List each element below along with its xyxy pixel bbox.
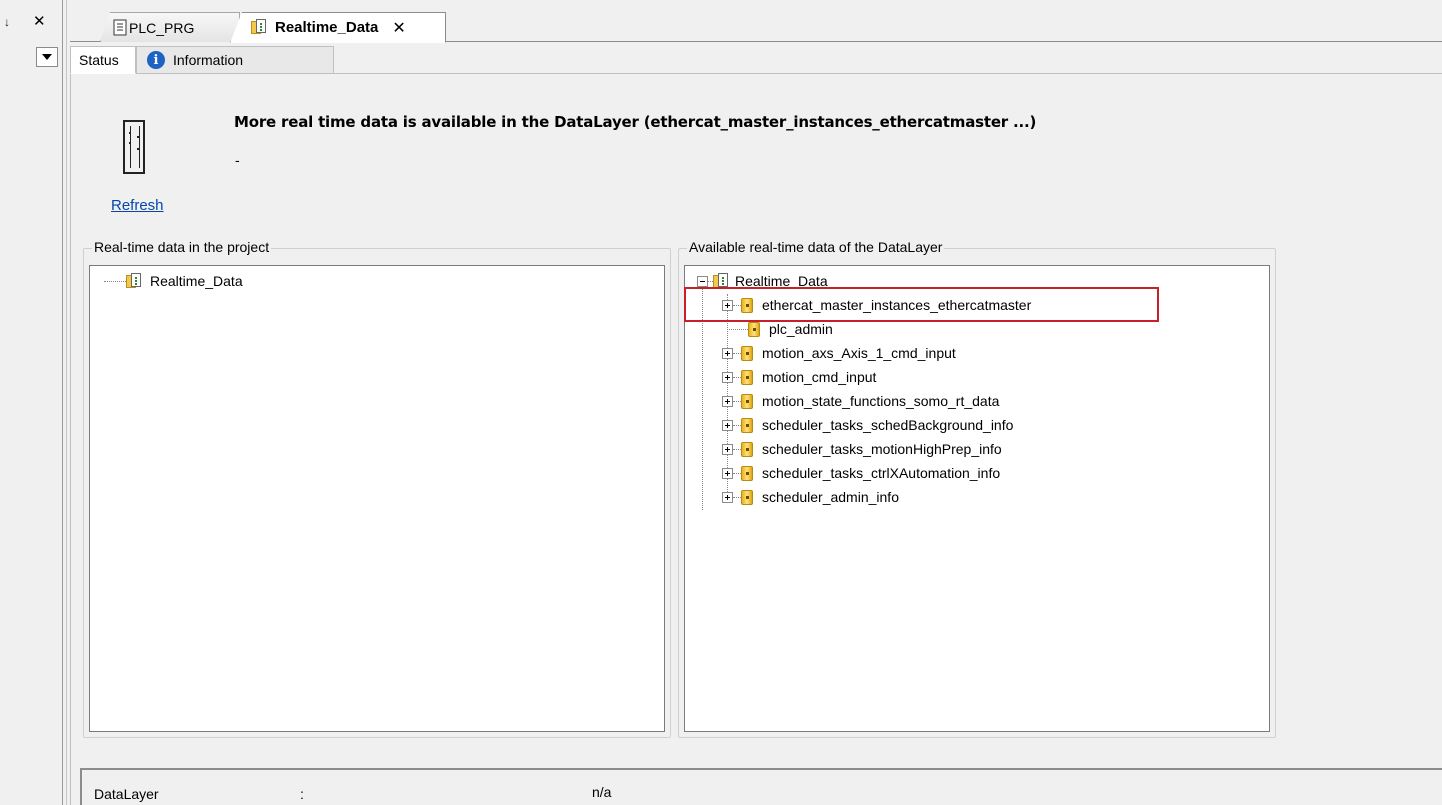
- datalayer-node-icon: [741, 417, 753, 433]
- group-title: Available real-time data of the DataLaye…: [687, 239, 945, 255]
- tab-information[interactable]: i Information: [136, 46, 334, 74]
- tab-label: Information: [173, 52, 244, 68]
- expand-icon[interactable]: [722, 395, 733, 407]
- project-realtime-group: Real-time data in the project Realtime_D…: [83, 239, 671, 738]
- datalayer-node-icon: [741, 465, 753, 481]
- pin-icon[interactable]: ↓: [4, 15, 10, 29]
- tree-item-label: scheduler_admin_info: [762, 489, 899, 505]
- tree-item[interactable]: motion_state_functions_somo_rt_data: [722, 390, 999, 412]
- tree-connector: [733, 376, 741, 378]
- datalayer-node-icon: [741, 489, 753, 505]
- tree-item[interactable]: scheduler_tasks_motionHighPrep_info: [722, 438, 1002, 460]
- tree-item-realtime-data[interactable]: Realtime_Data: [104, 270, 243, 292]
- separator: :: [300, 786, 304, 802]
- expand-icon[interactable]: [722, 491, 733, 503]
- tree-item-label: scheduler_tasks_schedBackground_info: [762, 417, 1014, 433]
- datalayer-node-icon: [741, 345, 753, 361]
- tree-item[interactable]: scheduler_tasks_ctrlXAutomation_info: [722, 462, 1000, 484]
- tab-status[interactable]: Status: [70, 46, 136, 74]
- divider: [62, 0, 63, 805]
- expand-icon[interactable]: [722, 371, 733, 383]
- refresh-link[interactable]: Refresh: [111, 197, 164, 214]
- datalayer-value: n/a: [592, 784, 612, 800]
- expand-icon[interactable]: [722, 443, 733, 455]
- tree-connector: [733, 496, 741, 498]
- realtime-data-icon: [126, 273, 142, 289]
- info-icon: i: [147, 51, 165, 69]
- tree-connector: [733, 472, 741, 474]
- close-tab-icon[interactable]: ✕: [392, 18, 405, 38]
- expand-icon[interactable]: [722, 419, 733, 431]
- left-docked-strip: ↓ ✕: [0, 0, 62, 805]
- tree-item-label: Realtime_Data: [150, 273, 243, 289]
- tree-item[interactable]: scheduler_tasks_schedBackground_info: [722, 414, 1013, 436]
- group-title: Real-time data in the project: [92, 239, 272, 255]
- tree-item[interactable]: motion_axs_Axis_1_cmd_input: [722, 342, 956, 364]
- collapse-icon[interactable]: [697, 275, 708, 287]
- close-panel-button[interactable]: ✕: [33, 12, 46, 30]
- datalayer-key: DataLayer: [94, 786, 159, 802]
- panel-dropdown-button[interactable]: [36, 47, 58, 67]
- status-message: More real time data is available in the …: [234, 113, 1037, 131]
- bottom-info-panel: DataLayer : n/a: [80, 768, 1442, 805]
- tree-item-label: plc_admin: [769, 321, 833, 337]
- tree-item-label: motion_cmd_input: [762, 369, 877, 385]
- datalayer-node-icon: [741, 441, 753, 457]
- status-secondary-text: -: [235, 152, 240, 168]
- tab-realtime-data[interactable]: Realtime_Data ✕: [230, 12, 446, 43]
- tree-connector: [733, 448, 741, 450]
- tree-connector: [104, 280, 126, 282]
- datalayer-node-icon: [741, 393, 753, 409]
- tree-connector: [733, 352, 741, 354]
- tree-item[interactable]: motion_cmd_input: [722, 366, 876, 388]
- tree-item-label: scheduler_tasks_motionHighPrep_info: [762, 441, 1002, 457]
- tree-connector: [733, 400, 741, 402]
- expand-icon[interactable]: [722, 347, 733, 359]
- datalayer-node-icon: [741, 369, 753, 385]
- realtime-data-icon: [251, 19, 267, 35]
- tab-label: PLC_PRG: [129, 19, 195, 36]
- divider: [66, 0, 67, 805]
- tree-item[interactable]: scheduler_admin_info: [722, 486, 899, 508]
- tab-plc-prg[interactable]: PLC_PRG: [100, 12, 240, 42]
- tree-item-label: motion_state_functions_somo_rt_data: [762, 393, 1000, 409]
- tree-item-label: scheduler_tasks_ctrlXAutomation_info: [762, 465, 1001, 481]
- tree-item-label: motion_axs_Axis_1_cmd_input: [762, 345, 956, 361]
- tree-connector: [727, 328, 748, 330]
- tree-connector: [733, 424, 741, 426]
- datalayer-node-icon: [748, 321, 760, 337]
- document-icon: [113, 19, 127, 36]
- device-icon: [123, 120, 145, 174]
- tab-label: Realtime_Data: [275, 19, 379, 36]
- expand-icon[interactable]: [722, 467, 733, 479]
- highlight-box: [684, 287, 1159, 322]
- datalayer-tree[interactable]: Realtime_Data ethercat_master_instances_…: [684, 265, 1270, 732]
- project-tree[interactable]: Realtime_Data: [89, 265, 665, 732]
- tab-label: Status: [79, 52, 119, 68]
